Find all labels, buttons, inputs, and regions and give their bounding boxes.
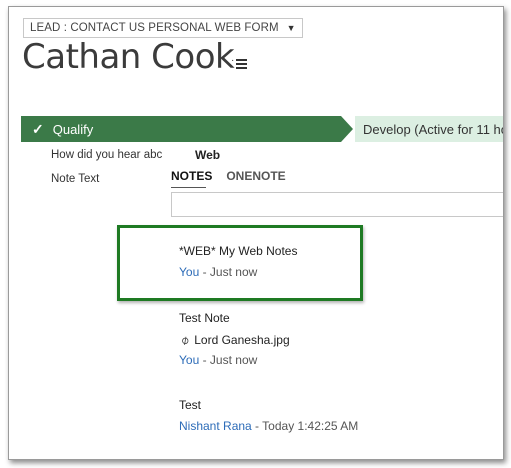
highlight-box [117, 225, 363, 301]
stage-develop[interactable]: Develop (Active for 11 ho [355, 116, 504, 142]
note-title: Test Note [179, 311, 230, 325]
note-separator: - [199, 353, 210, 367]
note-author-link[interactable]: You [179, 265, 199, 279]
note-separator: - [251, 419, 263, 433]
paperclip-icon: ⌀ [177, 332, 192, 348]
note-meta: Nishant Rana - Today 1:42:25 AM [179, 419, 358, 433]
form-selector-label: LEAD : CONTACT US PERSONAL WEB FORM [30, 22, 279, 34]
note-author-link[interactable]: You [179, 353, 199, 367]
attachment-filename: Lord Ganesha.jpg [194, 333, 290, 347]
tab-active-indicator [171, 187, 206, 188]
form-selector-dropdown[interactable]: LEAD : CONTACT US PERSONAL WEB FORM ▼ [23, 18, 303, 38]
note-author-link[interactable]: Nishant Rana [179, 419, 252, 433]
record-menu-button[interactable]: · [231, 56, 247, 70]
how-heard-value[interactable]: Web [195, 148, 220, 162]
process-stage-bar: ✓ Qualify Develop (Active for 11 ho [21, 116, 503, 142]
note-separator: - [199, 265, 210, 279]
note-title: *WEB* My Web Notes [179, 244, 298, 258]
chevron-down-icon: ▼ [286, 23, 296, 33]
tab-onenote[interactable]: ONENOTE [226, 169, 285, 183]
tab-notes[interactable]: NOTES [171, 169, 212, 183]
note-meta: You - Just now [179, 353, 257, 367]
stage-qualify[interactable]: ✓ Qualify [21, 116, 353, 142]
how-heard-label: How did you hear abc [51, 149, 163, 161]
stage-qualify-label: Qualify [52, 121, 94, 137]
note-time: Today 1:42:25 AM [262, 419, 359, 433]
notes-tabs: NOTES ONENOTE [171, 169, 286, 183]
note-input[interactable] [171, 192, 503, 217]
note-meta: You - Just now [179, 265, 257, 279]
stage-develop-label: Develop (Active for 11 ho [363, 121, 504, 137]
record-title: Cathan Cook [22, 37, 235, 77]
note-attachment[interactable]: ⌀ Lord Ganesha.jpg [177, 332, 290, 348]
note-time: Just now [209, 353, 258, 367]
crm-record-window: LEAD : CONTACT US PERSONAL WEB FORM ▼ Ca… [8, 6, 504, 460]
note-text-label: Note Text [51, 173, 100, 185]
checkmark-icon: ✓ [32, 120, 44, 137]
note-title: Test [179, 398, 202, 412]
note-time: Just now [209, 265, 258, 279]
